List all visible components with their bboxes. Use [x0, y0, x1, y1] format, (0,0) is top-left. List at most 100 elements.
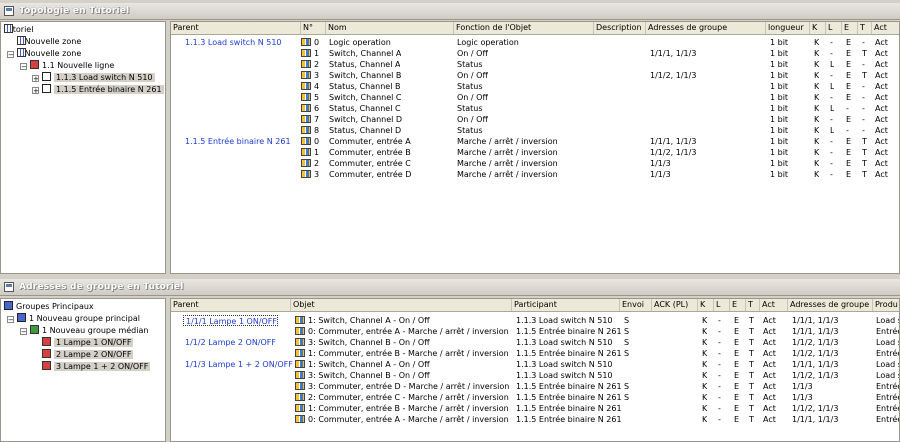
col-group-addresses[interactable]: Adresses de groupe: [646, 22, 766, 34]
splitter[interactable]: [0, 274, 900, 278]
col-t[interactable]: T: [746, 299, 760, 311]
group-associations-table[interactable]: Parent Objet Participant Envoi ACK (PL) …: [170, 298, 900, 442]
col-description[interactable]: Description: [594, 22, 646, 34]
table-row[interactable]: 1/1/1 Lampe 1 ON/OFF 1: Switch, Channel A…: [171, 315, 899, 326]
tree-node-group-address-3[interactable]: 3 Lampe 1 + 2 ON/OFF: [42, 361, 151, 372]
col-number[interactable]: N°: [301, 22, 326, 34]
cell-prod: Entrée: [876, 327, 900, 336]
cell-parent: [183, 158, 185, 169]
topology-tree[interactable]: Tutoriel 0 Nouvelle zone − 1 Nouvelle zo…: [0, 21, 166, 274]
cell-object-with-icon: 1: Switch, Channel A - On / Off: [293, 359, 430, 370]
col-length[interactable]: longueur: [766, 22, 810, 34]
tree-node-zone-0[interactable]: 0 Nouvelle zone: [17, 36, 81, 47]
col-e[interactable]: E: [730, 299, 746, 311]
col-parent[interactable]: Parent: [171, 299, 291, 311]
table-row[interactable]: 1 Commuter, entrée B Marche / arrêt / inve…: [171, 147, 899, 158]
col-parent[interactable]: Parent: [171, 22, 301, 34]
col-e[interactable]: E: [842, 22, 858, 34]
tree-node-main-groups[interactable]: Groupes Principaux: [4, 301, 94, 312]
table-row[interactable]: 3: Commuter, entrée D - Marche / arrêt /…: [171, 381, 899, 392]
table-row[interactable]: 1/1/2 Lampe 2 ON/OFF 3: Switch, Channel B…: [171, 337, 899, 348]
table-row[interactable]: 3: Switch, Channel B - On / Off 1.1.3 Loa…: [171, 370, 899, 381]
col-send[interactable]: Envoi: [620, 299, 652, 311]
communication-object-icon: [301, 137, 311, 145]
col-name[interactable]: Nom: [326, 22, 454, 34]
cell-t: T: [862, 49, 867, 58]
table-row[interactable]: 2 Status, Channel A Status 1 bit K L E - Act: [171, 59, 899, 70]
col-object[interactable]: Objet: [291, 299, 512, 311]
expand-icon[interactable]: +: [32, 75, 39, 83]
cell-act: Act: [875, 82, 888, 91]
table-row[interactable]: 0: Commuter, entrée A - Marche / arrêt /…: [171, 326, 899, 337]
cell-func: Status: [457, 104, 483, 113]
cell-ack: [654, 403, 656, 414]
collapse-icon[interactable]: −: [7, 316, 14, 324]
cell-k: K: [702, 338, 708, 347]
device-icon: [42, 72, 51, 81]
cell-act: Act: [763, 371, 776, 380]
table-row[interactable]: 3 Commuter, entrée D Marche / arrêt / inve…: [171, 169, 899, 180]
col-group-addresses[interactable]: Adresses de groupe: [788, 299, 873, 311]
table-row[interactable]: 2 Commuter, entrée C Marche / arrêt / inve…: [171, 158, 899, 169]
table-row[interactable]: 8 Status, Channel D Status 1 bit K L - - Act: [171, 125, 899, 136]
cell-part: 1.1.3 Load switch N 510: [516, 338, 613, 347]
cell-addr: 1/1/1, 1/1/3: [792, 360, 839, 369]
cell-func: On / Off: [457, 49, 488, 58]
tree-node-tutoriel[interactable]: Tutoriel: [4, 24, 33, 35]
table-row[interactable]: 3 Switch, Channel B On / Off 1/1/2, 1/1/3 1 …: [171, 70, 899, 81]
communication-object-icon: [295, 371, 305, 379]
tree-node-middle-group-1[interactable]: 1 Nouveau groupe médian: [30, 325, 148, 336]
table-row[interactable]: 4 Status, Channel B Status 1 bit K L E - Act: [171, 81, 899, 92]
cell-num: 3: [314, 170, 320, 179]
table-row[interactable]: 0: Commuter, entrée A - Marche / arrêt /…: [171, 414, 899, 425]
col-participant[interactable]: Participant: [512, 299, 620, 311]
groups-tree[interactable]: Groupes Principaux − 1 Nouveau groupe pr…: [0, 298, 166, 442]
table-header: Parent Objet Participant Envoi ACK (PL) …: [171, 299, 899, 312]
tree-node-line-1-1[interactable]: 1.1 Nouvelle ligne: [30, 60, 114, 71]
table-row[interactable]: 6 Status, Channel C Status 1 bit K L - - Act: [171, 103, 899, 114]
cell-act: Act: [875, 126, 888, 135]
cell-len: 1 bit: [770, 126, 789, 135]
cell-num: 0: [314, 137, 320, 146]
col-l[interactable]: L: [826, 22, 842, 34]
expand-icon[interactable]: +: [32, 87, 39, 95]
cell-prod: Load sw: [876, 360, 899, 369]
col-ack[interactable]: ACK (PL): [652, 299, 698, 311]
tree-node-group-address-1[interactable]: 1 Lampe 1 ON/OFF: [42, 337, 134, 348]
table-row[interactable]: 1.1.5 Entrée binaire N 261 0 Commuter, ent…: [171, 136, 899, 147]
table-row[interactable]: 2: Commuter, entrée C - Marche / arrêt /…: [171, 392, 899, 403]
cell-desc: [595, 114, 597, 125]
table-row[interactable]: 1.1.3 Load switch N 510 0 Logic operation L…: [171, 37, 899, 48]
collapse-icon[interactable]: −: [20, 63, 27, 71]
communication-object-icon: [295, 316, 305, 324]
tree-node-zone-1[interactable]: 1 Nouvelle zone: [17, 48, 81, 59]
col-function[interactable]: Fonction de l'Objet: [454, 22, 594, 34]
cell-l: -: [830, 71, 833, 80]
col-t[interactable]: T: [858, 22, 872, 34]
col-k[interactable]: K: [698, 299, 714, 311]
collapse-icon[interactable]: −: [7, 51, 14, 59]
cell-addr: [648, 103, 650, 114]
table-row[interactable]: 7 Switch, Channel D On / Off 1 bit K - E - Act: [171, 114, 899, 125]
cell-e: E: [734, 338, 740, 347]
tree-node-main-group-1[interactable]: 1 Nouveau groupe principal: [17, 313, 140, 324]
table-row[interactable]: 1/1/3 Lampe 1 + 2 ON/OFF 1: Switch, Chann…: [171, 359, 899, 370]
cell-object: 1: Switch, Channel A - On / Off: [308, 316, 430, 325]
tree-node-device-1-1-3[interactable]: 1.1.3 Load switch N 510: [42, 72, 155, 83]
col-act[interactable]: Act: [872, 22, 899, 34]
collapse-icon[interactable]: −: [20, 328, 27, 336]
col-k[interactable]: K: [810, 22, 826, 34]
table-row[interactable]: 5 Switch, Channel C On / Off 1 bit K - E - Act: [171, 92, 899, 103]
cell-addr: 1/1/3: [792, 382, 813, 391]
col-l[interactable]: L: [714, 299, 730, 311]
col-act[interactable]: Act: [760, 299, 788, 311]
cell-act: Act: [875, 170, 888, 179]
topology-objects-table[interactable]: Parent N° Nom Fonction de l'Objet Descri…: [170, 21, 900, 274]
table-row[interactable]: 1: Commuter, entrée B - Marche / arrêt /…: [171, 403, 899, 414]
communication-object-icon: [301, 60, 311, 68]
col-product[interactable]: Produ: [873, 299, 899, 311]
tree-node-device-1-1-5[interactable]: 1.1.5 Entrée binaire N 261: [42, 84, 164, 95]
table-row[interactable]: 1: Commuter, entrée B - Marche / arrêt /…: [171, 348, 899, 359]
tree-node-group-address-2[interactable]: 2 Lampe 2 ON/OFF: [42, 349, 134, 360]
table-row[interactable]: 1 Switch, Channel A On / Off 1/1/1, 1/1/3 1 …: [171, 48, 899, 59]
